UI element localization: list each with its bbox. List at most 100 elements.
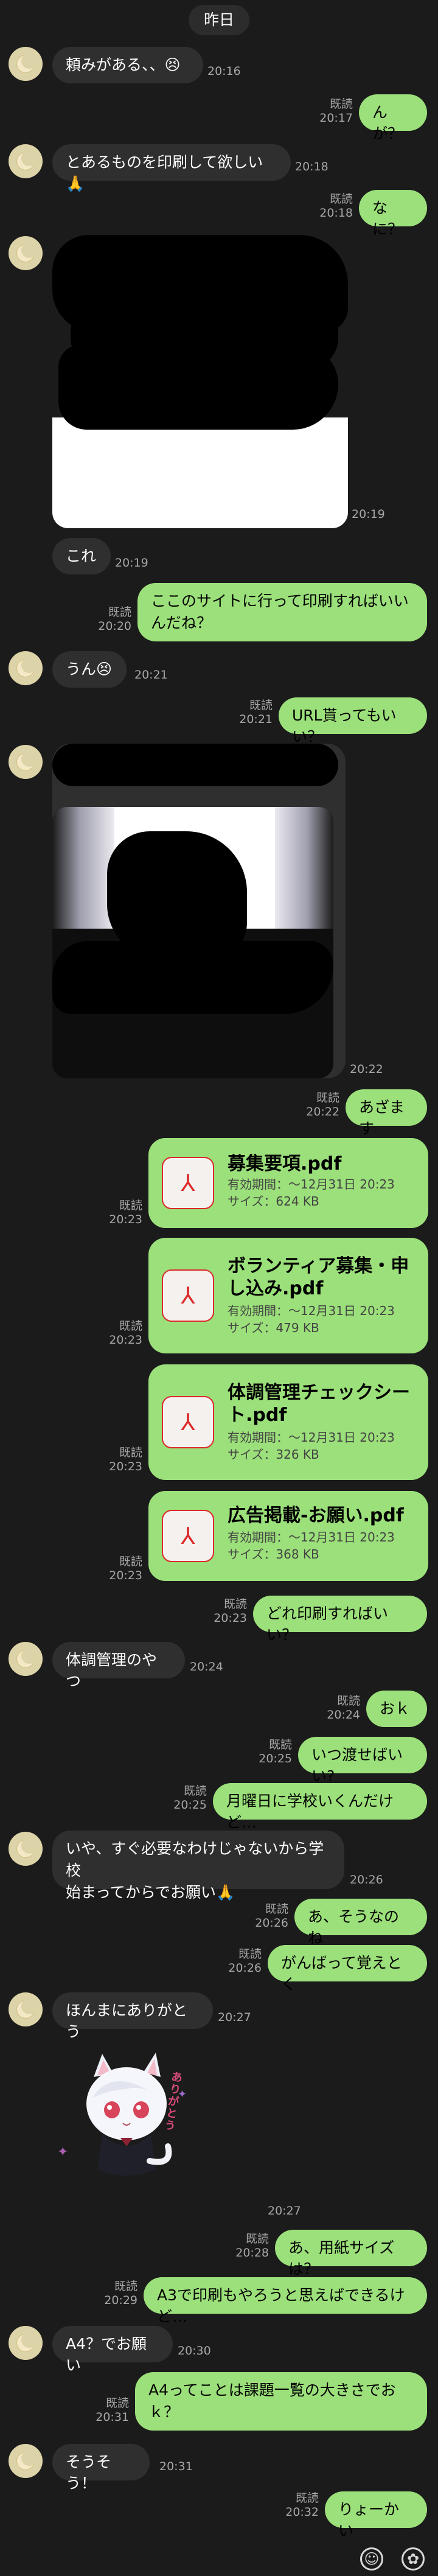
pdf-icon: ⅄ <box>162 1157 214 1209</box>
pdf-icon: ⅄ <box>162 1269 214 1322</box>
file-attachment[interactable]: ⅄ 広告掲載-お願い.pdf 有効期間：〜12月31日 20:23 サイズ：36… <box>148 1491 428 1581</box>
message-meta: 20:26 <box>350 1873 383 1887</box>
message-meta: 既読 20:25 <box>259 1738 292 1765</box>
message-bubble[interactable]: あ、そうなのね <box>294 1899 427 1947</box>
message-bubble[interactable]: これ <box>52 538 111 574</box>
message-meta: 既読 20:26 <box>255 1902 288 1930</box>
message-meta: 既読 20:22 <box>306 1091 339 1119</box>
message-meta: 20:16 <box>207 65 241 78</box>
avatar[interactable] <box>9 144 43 178</box>
moon-icon <box>16 1998 37 2019</box>
avatar[interactable] <box>9 1832 43 1866</box>
file-size: サイズ：624 KB <box>228 1194 319 1209</box>
message-meta: 既読 20:23 <box>109 1555 142 1582</box>
message-bubble[interactable]: がんばって覚えとく <box>268 1945 427 1993</box>
redaction-mark <box>52 744 338 786</box>
pdf-icon: ⅄ <box>162 1396 214 1448</box>
message-meta: 20:27 <box>218 2011 251 2024</box>
file-attachment[interactable]: ⅄ 募集要項.pdf 有効期間：〜12月31日 20:23 サイズ：624 KB <box>148 1138 428 1228</box>
message-meta: 既読 20:21 <box>239 699 273 726</box>
moon-icon <box>16 2332 37 2352</box>
file-size: サイズ：479 KB <box>228 1321 319 1335</box>
message-bubble[interactable]: なに？ <box>359 190 427 238</box>
sticker-icon[interactable]: ✿ <box>401 2547 425 2571</box>
message-meta: 20:19 <box>115 556 148 570</box>
date-separator: 昨日 <box>189 5 249 35</box>
file-name: 体調管理チェックシート.pdf <box>228 1382 410 1426</box>
file-expiry: 有効期間：〜12月31日 20:23 <box>228 1530 395 1545</box>
redaction-mark <box>52 941 333 1014</box>
message-meta: 20:21 <box>134 668 168 682</box>
redaction-mark <box>58 344 338 430</box>
moon-icon <box>16 150 37 170</box>
redaction-mark <box>107 831 247 959</box>
avatar[interactable] <box>9 745 43 779</box>
svg-text:✦: ✦ <box>57 2145 68 2160</box>
file-attachment[interactable]: ⅄ 体調管理チェックシート.pdf 有効期間：〜12月31日 20:23 サイズ… <box>148 1364 428 1480</box>
message-meta: 既読 20:23 <box>214 1597 247 1625</box>
message-bubble[interactable]: ここのサイトに行って印刷すればいい んだね？ <box>137 583 427 641</box>
message-bubble[interactable]: あ、用紙サイズは？ <box>275 2230 427 2278</box>
message-meta: 既読 20:29 <box>104 2280 137 2307</box>
shared-image[interactable] <box>52 235 348 528</box>
message-meta: 20:31 <box>159 2460 193 2473</box>
file-name: ボランティア募集・申し込み.pdf <box>228 1255 409 1299</box>
message-bubble[interactable]: URL貰ってもいい？ <box>279 697 427 745</box>
file-expiry: 有効期間：〜12月31日 20:23 <box>228 1177 395 1192</box>
message-meta: 既読 20:23 <box>109 1319 142 1347</box>
file-attachment[interactable]: ⅄ ボランティア募集・申し込み.pdf 有効期間：〜12月31日 20:23 サ… <box>148 1238 428 1353</box>
avatar[interactable] <box>9 651 43 685</box>
file-expiry: 有効期間：〜12月31日 20:23 <box>228 1304 395 1318</box>
message-bubble[interactable]: あざます <box>346 1089 427 1137</box>
moon-icon <box>16 751 37 771</box>
pdf-icon: ⅄ <box>162 1510 214 1562</box>
image-gradient-area <box>52 807 114 929</box>
message-bubble[interactable]: 体調管理のやつ <box>52 1642 185 1690</box>
message-meta: 既読 20:18 <box>319 192 353 220</box>
file-expiry: 有効期間：〜12月31日 20:23 <box>228 1430 395 1445</box>
message-bubble[interactable]: A4ってことは課題一覧の大きさでお ｋ？ <box>135 2372 427 2431</box>
message-bubble[interactable]: 頼みがある、、😣 <box>52 47 203 83</box>
message-bubble[interactable]: どれ印刷すればいい？ <box>253 1596 427 1644</box>
message-bubble[interactable]: おｋ <box>366 1691 427 1727</box>
file-size: サイズ：326 KB <box>228 1447 319 1462</box>
avatar[interactable] <box>9 2326 43 2360</box>
message-meta: 20:18 <box>295 160 328 173</box>
message-bubble[interactable]: A3で印刷もやろうと思えばできるけど… <box>144 2277 427 2325</box>
avatar[interactable] <box>9 2444 43 2478</box>
message-meta: 20:27 <box>268 2204 301 2218</box>
message-bubble[interactable]: そうそう！ <box>52 2444 150 2492</box>
message-bubble[interactable]: 月曜日に学校いくんだけど… <box>213 1783 427 1831</box>
message-meta: 既読 20:25 <box>173 1784 207 1812</box>
message-bubble[interactable]: りょーかい <box>325 2491 427 2539</box>
message-meta: 既読 20:32 <box>285 2491 319 2519</box>
message-bubble[interactable]: いつ渡せばいい? <box>298 1737 427 1785</box>
moon-icon <box>16 657 37 677</box>
message-meta: 20:30 <box>178 2344 211 2358</box>
moon-icon <box>16 1648 37 1668</box>
message-bubble[interactable]: A4？でお願い <box>52 2326 173 2374</box>
message-meta: 既読 20:31 <box>96 2396 129 2424</box>
avatar[interactable] <box>9 1642 43 1676</box>
message-meta: 20:19 <box>352 508 385 521</box>
avatar[interactable] <box>9 1992 43 2026</box>
moon-icon <box>16 2450 37 2470</box>
message-meta: 既読 20:20 <box>98 606 131 633</box>
message-meta: 既読 20:17 <box>319 97 353 125</box>
message-bubble[interactable]: とあるものを印刷して欲しい🙏 <box>52 144 291 192</box>
moon-icon <box>16 1838 37 1858</box>
file-name: 広告掲載-お願い.pdf <box>228 1505 404 1526</box>
moon-icon <box>16 53 37 73</box>
link-preview-card[interactable] <box>52 744 346 1078</box>
message-bubble[interactable]: いや、すぐ必要なわけじゃないから学校 始まってからでお願い🙏 <box>52 1831 344 1901</box>
avatar[interactable] <box>9 236 43 270</box>
message-bubble[interactable]: うん😣 <box>52 651 127 688</box>
smile-icon[interactable]: ☺ <box>360 2547 383 2571</box>
message-meta: 既読 20:28 <box>235 2232 269 2260</box>
message-meta: 既読 20:24 <box>327 1694 360 1722</box>
message-bubble[interactable]: んが？ <box>359 94 427 142</box>
message-meta: 既読 20:23 <box>109 1446 142 1473</box>
message-bubble[interactable]: ほんまにありがとう <box>52 1992 213 2040</box>
sticker[interactable]: ✦ ✦ ありがとう <box>52 2042 198 2188</box>
avatar[interactable] <box>9 47 43 81</box>
